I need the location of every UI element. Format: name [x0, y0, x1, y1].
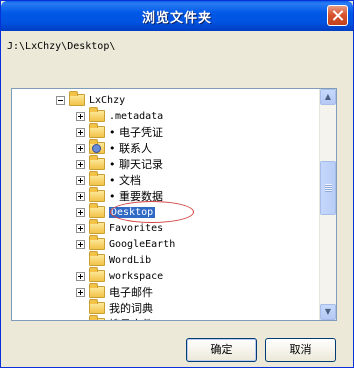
folder-icon — [89, 171, 105, 186]
tree-node[interactable]: • 聊天记录 — [76, 155, 163, 172]
expand-toggle[interactable] — [76, 223, 85, 233]
selected-path: J:\LxChzy\Desktop\ — [7, 41, 116, 52]
expand-toggle[interactable] — [76, 207, 85, 217]
folder-icon — [89, 315, 105, 320]
tree-node[interactable]: • 电子凭证 — [76, 123, 163, 140]
tree-node-label: LxChzy — [89, 94, 126, 106]
folder-icon — [89, 251, 105, 266]
folder-icon — [89, 299, 105, 314]
tree-node-label: 搜寻文件 — [109, 316, 153, 320]
folder-icon — [89, 219, 105, 234]
browse-folder-dialog: 浏览文件夹 J:\LxChzy\Desktop\ LxChzy .metadat… — [0, 0, 354, 368]
open-folder-icon — [69, 91, 85, 106]
tree-node-label: • 文档 — [109, 174, 141, 187]
dialog-title: 浏览文件夹 — [141, 11, 212, 26]
expand-toggle[interactable] — [76, 239, 85, 249]
scroll-thumb[interactable] — [320, 161, 336, 215]
tree-node-label: • 电子凭证 — [109, 126, 163, 139]
tree-node-label: workspace — [109, 270, 164, 282]
expand-toggle[interactable] — [76, 143, 85, 153]
folder-icon — [89, 283, 105, 298]
tree-node[interactable]: 我的词典 — [76, 299, 153, 316]
folder-icon — [89, 235, 105, 250]
folder-icon — [89, 187, 105, 202]
tree-node[interactable]: GoogleEarth — [76, 235, 176, 252]
close-button[interactable] — [327, 5, 348, 26]
tree-node[interactable]: 搜寻文件 — [76, 315, 153, 320]
ok-button[interactable]: 确定 — [186, 338, 257, 362]
tree-node[interactable]: workspace — [76, 267, 164, 284]
tree-node-lxchzy[interactable]: LxChzy — [56, 91, 126, 108]
tree-node-label: WordLib — [109, 254, 152, 266]
expand-toggle[interactable] — [76, 271, 85, 281]
expand-toggle[interactable] — [76, 159, 85, 169]
tree-node[interactable]: WordLib — [76, 251, 152, 268]
expand-toggle[interactable] — [76, 127, 85, 137]
tree-node[interactable]: • 联系人 — [76, 139, 152, 156]
scroll-down-button[interactable]: ▼ — [320, 304, 336, 320]
tree-node-label: .metadata — [109, 110, 164, 122]
folder-icon — [89, 267, 105, 282]
folder-icon — [89, 107, 105, 122]
expand-toggle[interactable] — [76, 175, 85, 185]
tree-node[interactable]: .metadata — [76, 107, 164, 124]
tree-node-label: 电子邮件 — [109, 286, 153, 299]
contacts-folder-icon — [89, 139, 105, 154]
tree-node[interactable]: 电子邮件 — [76, 283, 153, 300]
tree-node-label: • 联系人 — [109, 142, 152, 155]
folder-icon — [89, 203, 105, 218]
cancel-button[interactable]: 取消 — [265, 338, 336, 362]
highlight-ellipse — [110, 201, 194, 223]
tree-node-label: • 聊天记录 — [109, 158, 163, 171]
tree-node-label: GoogleEarth — [109, 238, 176, 250]
expand-toggle[interactable] — [76, 111, 85, 121]
collapse-toggle[interactable] — [56, 95, 65, 105]
vertical-scrollbar[interactable]: ▲ ▼ — [319, 89, 336, 320]
expand-toggle[interactable] — [76, 191, 85, 201]
folder-tree[interactable]: LxChzy .metadata • 电子凭证 • 联系人 • 聊天记录 • 文档 • 重… — [11, 88, 337, 321]
folder-icon — [89, 123, 105, 138]
folder-icon — [89, 155, 105, 170]
tree-node-label: 我的词典 — [109, 302, 153, 315]
tree-node-label: Favorites — [109, 222, 164, 234]
title-bar[interactable]: 浏览文件夹 — [1, 1, 353, 31]
scroll-up-button[interactable]: ▲ — [320, 89, 336, 105]
expand-toggle[interactable] — [76, 287, 85, 297]
tree-node[interactable]: • 文档 — [76, 171, 141, 188]
